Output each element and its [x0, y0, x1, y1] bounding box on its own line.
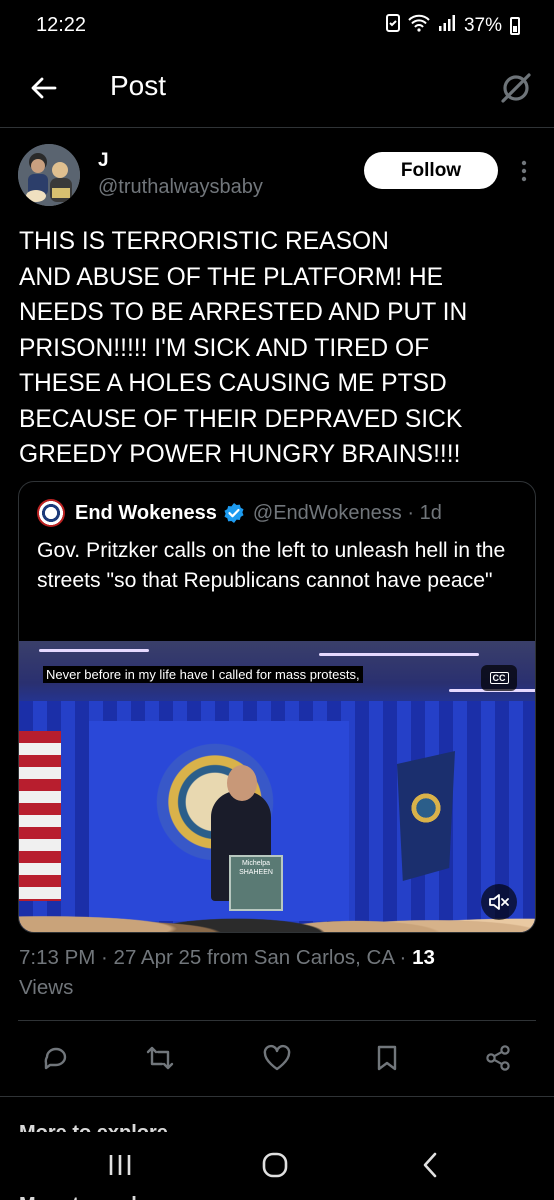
wifi-icon [408, 14, 430, 38]
reply-icon [44, 1047, 67, 1070]
home-button[interactable] [253, 1149, 297, 1181]
follow-button[interactable]: Follow [364, 152, 498, 189]
quoted-post-header: End Wokeness @EndWokeness · 1d [37, 498, 442, 528]
heart-icon [263, 1044, 291, 1071]
grok-icon [501, 73, 531, 103]
recent-apps-button[interactable] [98, 1149, 142, 1181]
quoted-post[interactable]: End Wokeness @EndWokeness · 1d Gov. Prit… [18, 481, 536, 933]
video-ceiling-light [319, 653, 479, 656]
divider [0, 1096, 554, 1097]
signal-icon [438, 14, 456, 38]
post-metadata: 7:13 PM · 27 Apr 25 from San Carlos, CA … [19, 943, 529, 1003]
quoted-avatar [37, 499, 65, 527]
post-actions [38, 1040, 528, 1076]
post-author: J @truthalwaysbaby Follow [18, 144, 538, 214]
quoted-author-name: End Wokeness [75, 501, 217, 524]
page-title: Post [110, 70, 167, 101]
podium-sign: Michelpa SHAHEEN [239, 860, 273, 876]
cc-label: CC [489, 672, 509, 684]
more-vertical-icon [521, 160, 527, 182]
author-handle[interactable]: @truthalwaysbaby [98, 176, 263, 199]
repost-icon [146, 1046, 174, 1070]
speaker-muted-icon [489, 894, 509, 910]
video-crowd [19, 881, 535, 932]
system-navigation-bar [0, 1135, 554, 1195]
video-caption: Never before in my life have I called fo… [43, 666, 363, 683]
arrow-left-icon [31, 77, 57, 99]
verified-badge-icon [223, 502, 245, 524]
divider [18, 1020, 536, 1021]
like-button[interactable] [259, 1040, 295, 1076]
closed-captions-button[interactable]: CC [481, 665, 517, 691]
quoted-post-text: Gov. Pritzker calls on the left to unlea… [37, 539, 506, 592]
repost-button[interactable] [142, 1040, 178, 1076]
post-timestamp: 7:13 PM · 27 Apr 25 from San Carlos, CA … [19, 946, 413, 969]
bookmark-icon [377, 1045, 397, 1071]
video-ceiling-light [39, 649, 149, 652]
bookmark-button[interactable] [369, 1040, 405, 1076]
views-count: 13 [412, 946, 435, 969]
battery-percent: 37% [463, 15, 502, 36]
quoted-handle-time: @EndWokeness · 1d [252, 501, 442, 524]
views-label[interactable]: Views [19, 976, 73, 999]
more-options-button[interactable] [512, 156, 536, 186]
reply-button[interactable] [38, 1040, 74, 1076]
top-app-bar: Post [0, 56, 554, 128]
status-icons: 37% [385, 14, 520, 38]
author-name[interactable]: J [98, 150, 109, 172]
section-heading: More to explore [19, 1118, 168, 1132]
video-flag-seal [409, 791, 443, 825]
mute-button[interactable] [481, 884, 517, 920]
recent-apps-icon [109, 1155, 131, 1175]
save-notification-icon [385, 14, 400, 38]
post-text: THIS IS TERRORISTIC REASON AND ABUSE OF … [19, 228, 468, 468]
status-bar: 12:22 37% [0, 0, 554, 56]
share-icon [486, 1045, 510, 1071]
chevron-left-icon [423, 1152, 437, 1178]
video-speaker-head [227, 765, 257, 801]
system-back-button[interactable] [408, 1149, 452, 1181]
back-button[interactable] [24, 68, 64, 108]
share-button[interactable] [480, 1040, 516, 1076]
section-heading-peek: More to explore [19, 1190, 168, 1200]
status-time: 12:22 [36, 14, 87, 36]
avatar[interactable] [18, 144, 80, 206]
video-player[interactable]: Michelpa SHAHEEN Never before in my life… [19, 641, 535, 932]
grok-button[interactable] [496, 68, 536, 108]
home-icon [262, 1152, 288, 1178]
video-us-flag [19, 731, 61, 901]
battery-icon [510, 17, 520, 35]
